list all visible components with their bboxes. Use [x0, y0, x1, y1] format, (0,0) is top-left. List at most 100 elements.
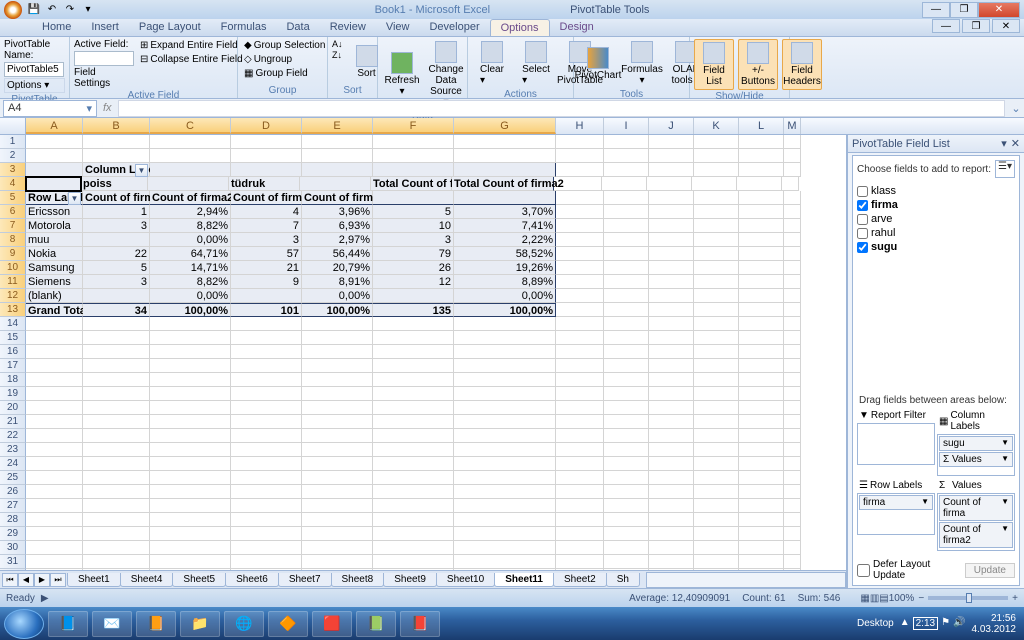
cell[interactable] — [373, 373, 454, 387]
cell[interactable]: 0,00% — [302, 289, 373, 303]
cell[interactable] — [373, 569, 454, 570]
cell[interactable] — [604, 415, 649, 429]
cell[interactable] — [739, 415, 784, 429]
cell[interactable] — [739, 485, 784, 499]
cell[interactable]: Nokia — [26, 247, 83, 261]
cell[interactable] — [148, 177, 229, 191]
cell[interactable] — [83, 415, 150, 429]
cell[interactable] — [454, 429, 556, 443]
cell[interactable] — [454, 135, 556, 149]
cell[interactable] — [556, 135, 604, 149]
sheet-first-button[interactable]: ⏮ — [2, 573, 18, 587]
cell[interactable] — [784, 541, 801, 555]
cell[interactable] — [373, 401, 454, 415]
cell[interactable] — [694, 415, 739, 429]
cell[interactable] — [556, 261, 604, 275]
cell[interactable] — [454, 471, 556, 485]
minimize-button[interactable]: — — [922, 2, 950, 18]
cell[interactable] — [302, 429, 373, 443]
cell[interactable] — [302, 527, 373, 541]
cell[interactable] — [784, 555, 801, 569]
formula-input[interactable] — [118, 100, 1005, 117]
row-header[interactable]: 12 — [0, 289, 26, 303]
column-labels-filter-button[interactable]: ▼ — [135, 164, 148, 177]
cell[interactable] — [694, 401, 739, 415]
cell[interactable] — [83, 513, 150, 527]
cell[interactable] — [694, 555, 739, 569]
task-app1-icon[interactable]: 🔶 — [268, 611, 308, 637]
cell[interactable] — [231, 485, 302, 499]
maximize-button[interactable]: ❐ — [950, 2, 978, 18]
cell[interactable] — [83, 345, 150, 359]
cell[interactable] — [373, 541, 454, 555]
defer-update-checkbox[interactable] — [857, 564, 870, 577]
cell[interactable] — [739, 471, 784, 485]
horizontal-scrollbar[interactable] — [646, 572, 846, 588]
close-button[interactable]: ✕ — [978, 2, 1020, 18]
name-box[interactable]: A4▾ — [3, 100, 97, 117]
row-header[interactable]: 5 — [0, 191, 26, 205]
cell[interactable] — [649, 233, 694, 247]
cell[interactable] — [604, 149, 649, 163]
cell[interactable] — [231, 513, 302, 527]
cell[interactable] — [302, 163, 373, 177]
row-header[interactable]: 16 — [0, 345, 26, 359]
cell[interactable] — [150, 331, 231, 345]
field-checkbox[interactable] — [857, 228, 868, 239]
view-break-icon[interactable]: ▤ — [879, 593, 888, 604]
cell[interactable] — [150, 443, 231, 457]
cell[interactable] — [649, 275, 694, 289]
cell[interactable] — [373, 191, 454, 205]
tray-up-icon[interactable]: ▲ — [900, 617, 910, 630]
area-field-item[interactable]: Count of firma▼ — [939, 495, 1013, 521]
plus-minus-buttons-button[interactable]: +/- Buttons — [738, 39, 778, 90]
cell[interactable] — [649, 527, 694, 541]
cell[interactable] — [739, 163, 784, 177]
office-button[interactable] — [4, 1, 22, 19]
cell[interactable] — [556, 317, 604, 331]
area-field-item[interactable]: Count of firma2▼ — [939, 522, 1013, 548]
sheet-tab[interactable]: Sheet5 — [172, 573, 226, 587]
cell[interactable] — [454, 331, 556, 345]
cell[interactable] — [649, 303, 694, 317]
cell[interactable] — [739, 345, 784, 359]
cell[interactable] — [739, 317, 784, 331]
zoom-level[interactable]: 100% — [889, 593, 915, 604]
cell[interactable] — [694, 219, 739, 233]
cell[interactable] — [694, 527, 739, 541]
cell[interactable] — [373, 527, 454, 541]
cell[interactable] — [83, 443, 150, 457]
zoom-out-button[interactable]: − — [918, 593, 924, 604]
cell[interactable] — [649, 555, 694, 569]
cell[interactable] — [83, 471, 150, 485]
row-header[interactable]: 14 — [0, 317, 26, 331]
cell[interactable] — [83, 555, 150, 569]
cell[interactable] — [649, 359, 694, 373]
cell[interactable] — [302, 569, 373, 570]
cell[interactable] — [26, 135, 83, 149]
cell[interactable] — [739, 401, 784, 415]
cell[interactable]: 1 — [83, 205, 150, 219]
cell[interactable] — [694, 163, 739, 177]
cell[interactable] — [694, 331, 739, 345]
cell[interactable]: Total Count of firma2 — [452, 177, 554, 191]
expand-field-button[interactable]: ⊞ Expand Entire Field — [138, 39, 245, 52]
cell[interactable] — [604, 457, 649, 471]
cell[interactable] — [784, 303, 801, 317]
cell[interactable] — [784, 345, 801, 359]
options-button[interactable]: Options ▾ — [4, 78, 65, 93]
column-labels-area[interactable]: sugu▼Σ Values▼ — [937, 434, 1015, 476]
cell[interactable] — [784, 219, 801, 233]
cell[interactable] — [26, 457, 83, 471]
cell[interactable]: 0,00% — [150, 233, 231, 247]
cell[interactable] — [784, 443, 801, 457]
column-header[interactable]: H — [556, 118, 604, 134]
field-checkbox[interactable] — [857, 186, 868, 197]
task-explorer-icon[interactable]: 📁 — [180, 611, 220, 637]
cell[interactable] — [302, 359, 373, 373]
cell[interactable] — [604, 289, 649, 303]
cell[interactable] — [302, 331, 373, 345]
cell[interactable] — [784, 233, 801, 247]
cell[interactable] — [302, 541, 373, 555]
show-desktop-button[interactable]: Desktop — [857, 618, 894, 629]
